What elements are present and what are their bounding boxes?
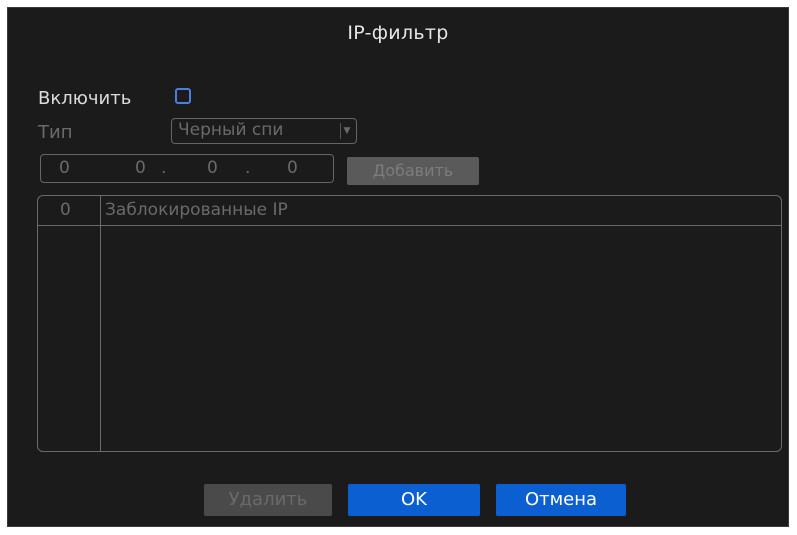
chevron-down-icon: ▼	[340, 123, 353, 139]
ip-address-input[interactable]: 0 0 . 0 . 0	[40, 154, 334, 183]
list-header-divider	[38, 225, 781, 226]
blocked-ip-header: Заблокированные IP	[105, 200, 288, 220]
ok-button[interactable]: OK	[348, 484, 480, 516]
type-select-value: Черный спи	[178, 120, 284, 140]
ip-dot-separator: .	[245, 158, 251, 178]
dialog-title: IP-фильтр	[347, 22, 449, 44]
ip-octet-2[interactable]: 0	[135, 158, 146, 178]
blocked-ip-count: 0	[60, 200, 71, 220]
cancel-button[interactable]: Отмена	[496, 484, 626, 516]
delete-button[interactable]: Удалить	[204, 484, 332, 516]
type-label: Тип	[38, 122, 73, 143]
ip-octet-4[interactable]: 0	[287, 158, 298, 178]
ip-filter-dialog: IP-фильтр Включить Тип Черный спи ▼ 0 0 …	[7, 7, 789, 527]
enable-checkbox[interactable]	[175, 88, 191, 104]
blocked-ip-list[interactable]: 0 Заблокированные IP	[37, 195, 782, 452]
ip-dot-separator: .	[161, 158, 167, 178]
ip-octet-1[interactable]: 0	[59, 158, 70, 178]
add-button[interactable]: Добавить	[347, 157, 479, 185]
type-select[interactable]: Черный спи ▼	[171, 118, 357, 144]
ip-octet-3[interactable]: 0	[207, 158, 218, 178]
list-column-divider	[100, 196, 101, 451]
enable-label: Включить	[38, 88, 132, 109]
